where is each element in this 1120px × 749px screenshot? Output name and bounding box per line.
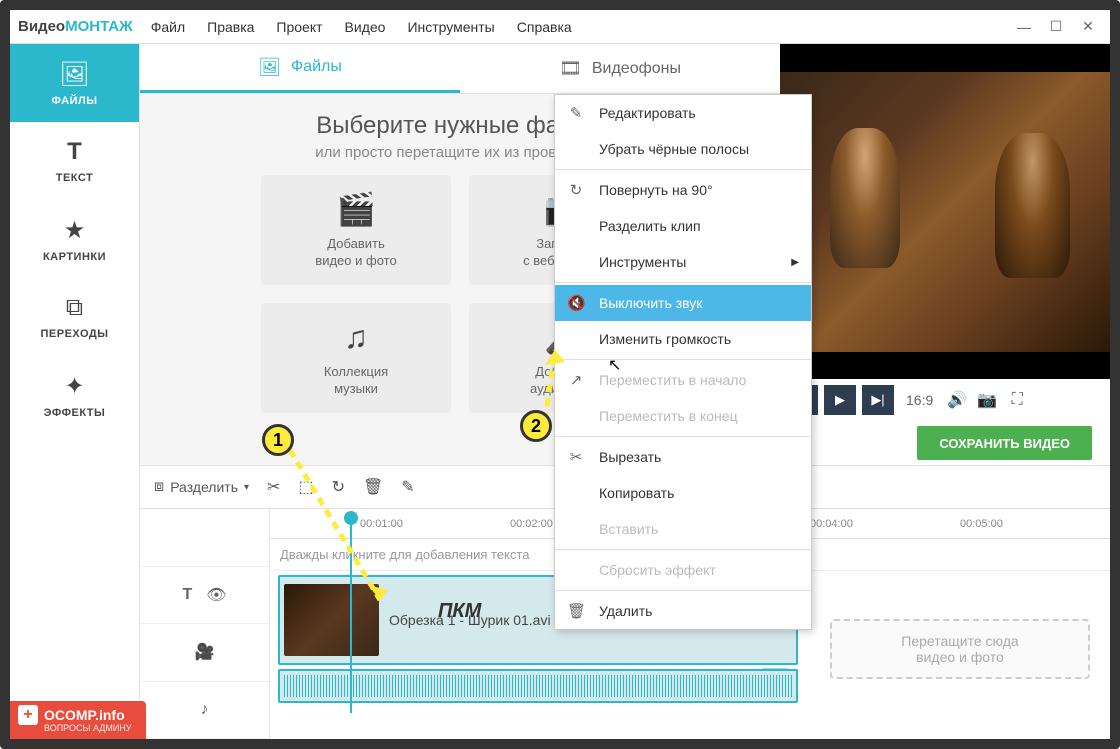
text-track-icon: T [182, 586, 192, 604]
sidebar: 🖼ФАЙЛЫ TТЕКСТ ★КАРТИНКИ ⧉ПЕРЕХОДЫ ✦ЭФФЕК… [10, 44, 140, 739]
audio-track-icon: ♪ [201, 701, 209, 719]
annotation-pkm: ПКМ [438, 600, 481, 623]
aspect-ratio[interactable]: 16:9 [906, 392, 933, 408]
drop-zone[interactable]: Перетащите сюда видео и фото [830, 619, 1090, 679]
sidebar-item-pictures[interactable]: ★КАРТИНКИ [10, 200, 139, 278]
video-preview [780, 44, 1110, 379]
trash-icon: 🗑 [567, 602, 585, 620]
ctx-split[interactable]: Разделить клип [555, 208, 811, 244]
tab-videobg[interactable]: 🎞Видеофоны [460, 44, 780, 93]
ctx-remove-bars[interactable]: Убрать чёрные полосы [555, 131, 811, 167]
scissors-icon: ✂ [567, 448, 585, 466]
image-icon: 🖼 [59, 60, 89, 89]
pencil-icon: ✎ [567, 104, 585, 122]
menu-project[interactable]: Проект [276, 19, 322, 35]
close-button[interactable]: ✕ [1074, 16, 1102, 38]
minimize-button[interactable]: — [1010, 16, 1038, 38]
mute-icon: 🔇 [567, 294, 585, 312]
ctx-cut[interactable]: ✂Вырезать [555, 439, 811, 475]
ctx-paste: Вставить [555, 511, 811, 547]
eye-icon[interactable]: 👁 [206, 585, 226, 605]
app-logo: ВидеоМОНТАЖ [18, 18, 133, 35]
sidebar-item-effects[interactable]: ✦ЭФФЕКТЫ [10, 356, 139, 434]
sidebar-item-transitions[interactable]: ⧉ПЕРЕХОДЫ [10, 278, 139, 356]
card-music[interactable]: ♫Коллекция музыки [261, 303, 451, 413]
fullscreen-icon[interactable]: ⛶ [1005, 388, 1029, 412]
play-button[interactable]: ▶ [824, 385, 856, 415]
maximize-button[interactable]: ☐ [1042, 16, 1070, 38]
context-menu: ✎Редактировать Убрать чёрные полосы ↻Пов… [554, 94, 812, 630]
split-icon: ⧈ [154, 478, 164, 496]
annotation-marker-2: 2 [520, 410, 552, 442]
watermark: OCOMP.infoВОПРОСЫ АДМИНУ [10, 701, 146, 739]
transitions-icon: ⧉ [66, 294, 83, 322]
clapper-icon: 🎬 [336, 190, 376, 228]
split-button[interactable]: ⧈Разделить▾ [154, 478, 249, 496]
titlebar: ВидеоМОНТАЖ Файл Правка Проект Видео Инс… [10, 10, 1110, 44]
mouse-cursor-icon: ↖ [608, 355, 621, 375]
film-icon: 🎞 [559, 58, 582, 79]
menu-edit[interactable]: Правка [207, 19, 254, 35]
card-add-video[interactable]: 🎬Добавить видео и фото [261, 175, 451, 285]
sidebar-item-text[interactable]: TТЕКСТ [10, 122, 139, 200]
ctx-tools[interactable]: Инструменты▶ [555, 244, 811, 280]
next-button[interactable]: ▶| [862, 385, 894, 415]
menu-file[interactable]: Файл [151, 19, 185, 35]
chevron-right-icon: ▶ [791, 257, 799, 268]
ctx-reset-effect: Сбросить эффект [555, 552, 811, 588]
main-menu: Файл Правка Проект Видео Инструменты Спр… [151, 19, 1010, 35]
ctx-move-end: Переместить в конец [555, 398, 811, 434]
video-track-icon: 🎥 [195, 642, 215, 662]
ctx-move-start: ↗Переместить в начало [555, 362, 811, 398]
menu-tools[interactable]: Инструменты [407, 19, 494, 35]
ctx-volume[interactable]: Изменить громкость [555, 321, 811, 357]
ctx-delete[interactable]: 🗑Удалить [555, 593, 811, 629]
picture-icon: 🖼 [258, 57, 281, 78]
ctx-rotate[interactable]: ↻Повернуть на 90° [555, 172, 811, 208]
tab-files[interactable]: 🖼Файлы [140, 44, 460, 93]
ctx-edit[interactable]: ✎Редактировать [555, 95, 811, 131]
audio-clip[interactable] [278, 669, 798, 703]
cut-icon[interactable]: ✂ [267, 477, 280, 497]
text-icon: T [67, 138, 82, 166]
save-video-button[interactable]: СОХРАНИТЬ ВИДЕО [917, 426, 1092, 460]
music-icon: ♫ [344, 319, 368, 356]
rotate-icon: ↻ [567, 181, 585, 199]
ctx-copy[interactable]: Копировать [555, 475, 811, 511]
volume-icon[interactable]: 🔊 [945, 388, 969, 412]
annotation-marker-1: 1 [262, 424, 294, 456]
menu-video[interactable]: Видео [345, 19, 386, 35]
star-icon: ★ [64, 216, 86, 245]
preview-panel: |◀ ▶ ▶| 16:9 🔊 📷 ⛶ СОХРАНИТЬ ВИДЕО [780, 44, 1110, 465]
snapshot-icon[interactable]: 📷 [975, 388, 999, 412]
edit-icon[interactable]: ✎ [401, 477, 414, 497]
ctx-mute[interactable]: 🔇Выключить звук [555, 285, 811, 321]
menu-help[interactable]: Справка [517, 19, 572, 35]
sidebar-item-files[interactable]: 🖼ФАЙЛЫ [10, 44, 139, 122]
wand-icon: ✦ [64, 372, 84, 401]
